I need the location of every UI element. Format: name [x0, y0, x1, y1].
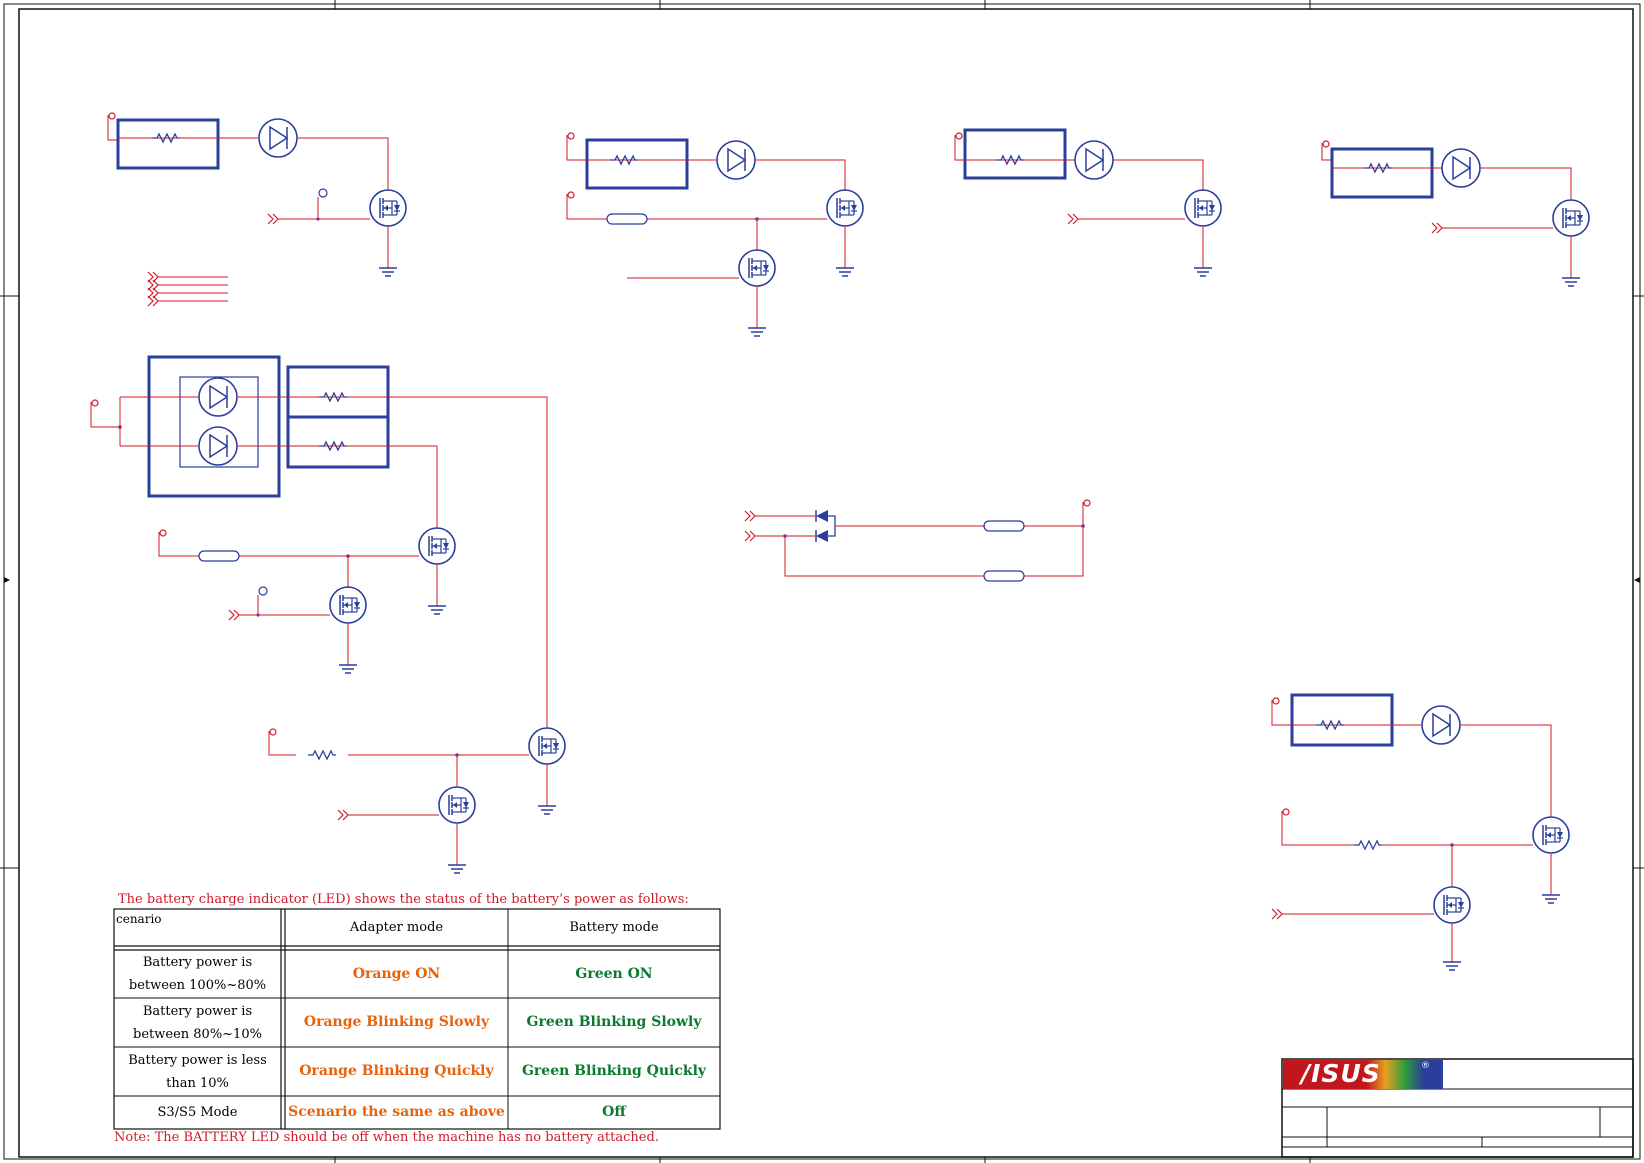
header-adapter-mode: Adapter mode — [349, 920, 444, 935]
row-2-battery: Green Blinking Slowly — [526, 1014, 702, 1030]
row-1-battery: Green ON — [575, 965, 653, 982]
led-circuit-4 — [1321, 140, 1590, 287]
asus-logo-registered: ® — [1421, 1061, 1430, 1071]
row-4-adapter: Scenario the same as above — [288, 1104, 505, 1120]
header-scenario: cenario — [116, 912, 162, 926]
header-battery-mode: Battery mode — [569, 920, 659, 935]
led-table-caption: The battery charge indicator (LED) shows… — [118, 892, 689, 907]
led-circuit-2 — [566, 132, 864, 337]
led-table-note: Note: The BATTERY LED should be off when… — [114, 1130, 659, 1145]
row-3-adapter: Orange Blinking Quickly — [299, 1063, 494, 1079]
asus-logo-text: /ISUS — [1301, 1059, 1381, 1088]
battery-led-circuit — [90, 355, 566, 874]
led-circuit-5 — [1271, 693, 1570, 971]
row-4-scenario: S3/S5 Mode — [157, 1105, 238, 1120]
diode-or-circuit — [744, 499, 1091, 582]
led-circuit-1 — [107, 112, 407, 307]
row-2-scenario: Battery power is between 80%~10% — [133, 1003, 262, 1042]
row-1-scenario: Battery power is between 100%~80% — [128, 955, 267, 993]
row-3-scenario: Battery power is less than 10% — [128, 1052, 267, 1091]
row-4-battery: Off — [602, 1104, 626, 1120]
row-3-battery: Green Blinking Quickly — [521, 1063, 707, 1079]
led-circuit-3 — [954, 128, 1222, 277]
asus-logo: /ISUS ® — [1283, 1059, 1443, 1089]
row-2-adapter: Orange Blinking Slowly — [303, 1014, 490, 1030]
row-1-adapter: Orange ON — [352, 965, 441, 982]
